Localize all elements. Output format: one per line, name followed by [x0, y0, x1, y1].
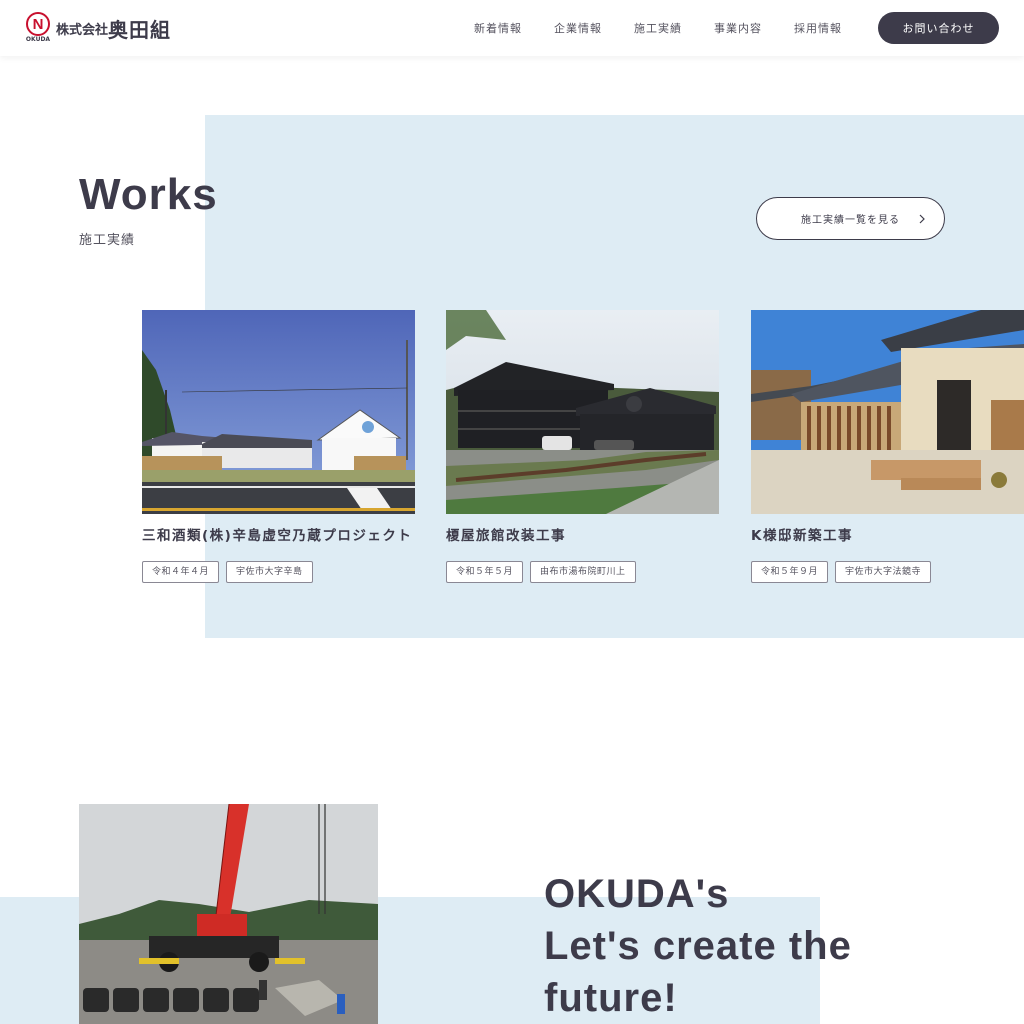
- logo-company-name: 奥田組: [108, 17, 172, 42]
- work-card-tags: 令和５年５月 由布市湯布院町川上: [446, 561, 719, 583]
- crane-photo: [79, 804, 378, 1024]
- work-card-title: 榎屋旅館改装工事: [446, 528, 566, 544]
- work-location-tag: 宇佐市大字辛島: [226, 561, 313, 583]
- tagline-line-1: OKUDA's: [544, 872, 730, 916]
- view-all-label: 施工実績一覧を見る: [801, 215, 900, 226]
- work-card[interactable]: K様邸新築工事 令和５年９月 宇佐市大字法鏡寺: [751, 310, 1024, 583]
- works-subtitle: 施工実績: [79, 233, 136, 248]
- svg-text:N: N: [33, 16, 44, 33]
- work-card-title: K様邸新築工事: [751, 528, 853, 544]
- work-card-tags: 令和４年４月 宇佐市大字辛島: [142, 561, 415, 583]
- work-card[interactable]: 榎屋旅館改装工事 令和５年５月 由布市湯布院町川上: [446, 310, 719, 583]
- contact-button[interactable]: お問い合わせ: [878, 12, 999, 44]
- work-card-title: 三和酒類(株)辛島虚空乃蔵プロジェクト: [142, 528, 413, 544]
- work-photo-brewery: [142, 310, 415, 514]
- works-title: Works: [79, 170, 218, 219]
- work-location-tag: 由布市湯布院町川上: [530, 561, 636, 583]
- work-photo-ryokan: [446, 310, 719, 514]
- nav-business[interactable]: 事業内容: [714, 20, 762, 36]
- nav-news[interactable]: 新着情報: [474, 20, 522, 36]
- tagline-line-3: future!: [544, 976, 678, 1020]
- work-location-tag: 宇佐市大字法鏡寺: [835, 561, 932, 583]
- chevron-right-icon: [919, 214, 925, 224]
- main-nav: 新着情報 企業情報 施工実績 事業内容 採用情報: [474, 20, 874, 36]
- tagline-line-2: Let's create the: [544, 924, 852, 968]
- work-photo-house: [751, 310, 1024, 514]
- work-date-tag: 令和５年９月: [751, 561, 829, 583]
- okuda-logo-icon: N OKUDA: [24, 12, 52, 44]
- work-card[interactable]: 三和酒類(株)辛島虚空乃蔵プロジェクト 令和４年４月 宇佐市大字辛島: [142, 310, 415, 583]
- view-all-works-button[interactable]: 施工実績一覧を見る: [756, 197, 945, 240]
- nav-works[interactable]: 施工実績: [634, 20, 682, 36]
- logo-sub-text: OKUDA: [25, 36, 51, 43]
- site-header: N OKUDA 株式会社 奥田組 新着情報 企業情報 施工実績 事業内容 採用情…: [0, 0, 1024, 56]
- nav-company[interactable]: 企業情報: [554, 20, 602, 36]
- company-tagline: OKUDA's Let's create the future!: [544, 868, 852, 1024]
- work-date-tag: 令和４年４月: [142, 561, 220, 583]
- site-logo[interactable]: N OKUDA 株式会社 奥田組: [24, 12, 171, 44]
- logo-company-prefix: 株式会社: [56, 22, 109, 38]
- nav-recruit[interactable]: 採用情報: [794, 20, 842, 36]
- work-date-tag: 令和５年５月: [446, 561, 524, 583]
- work-card-tags: 令和５年９月 宇佐市大字法鏡寺: [751, 561, 1024, 583]
